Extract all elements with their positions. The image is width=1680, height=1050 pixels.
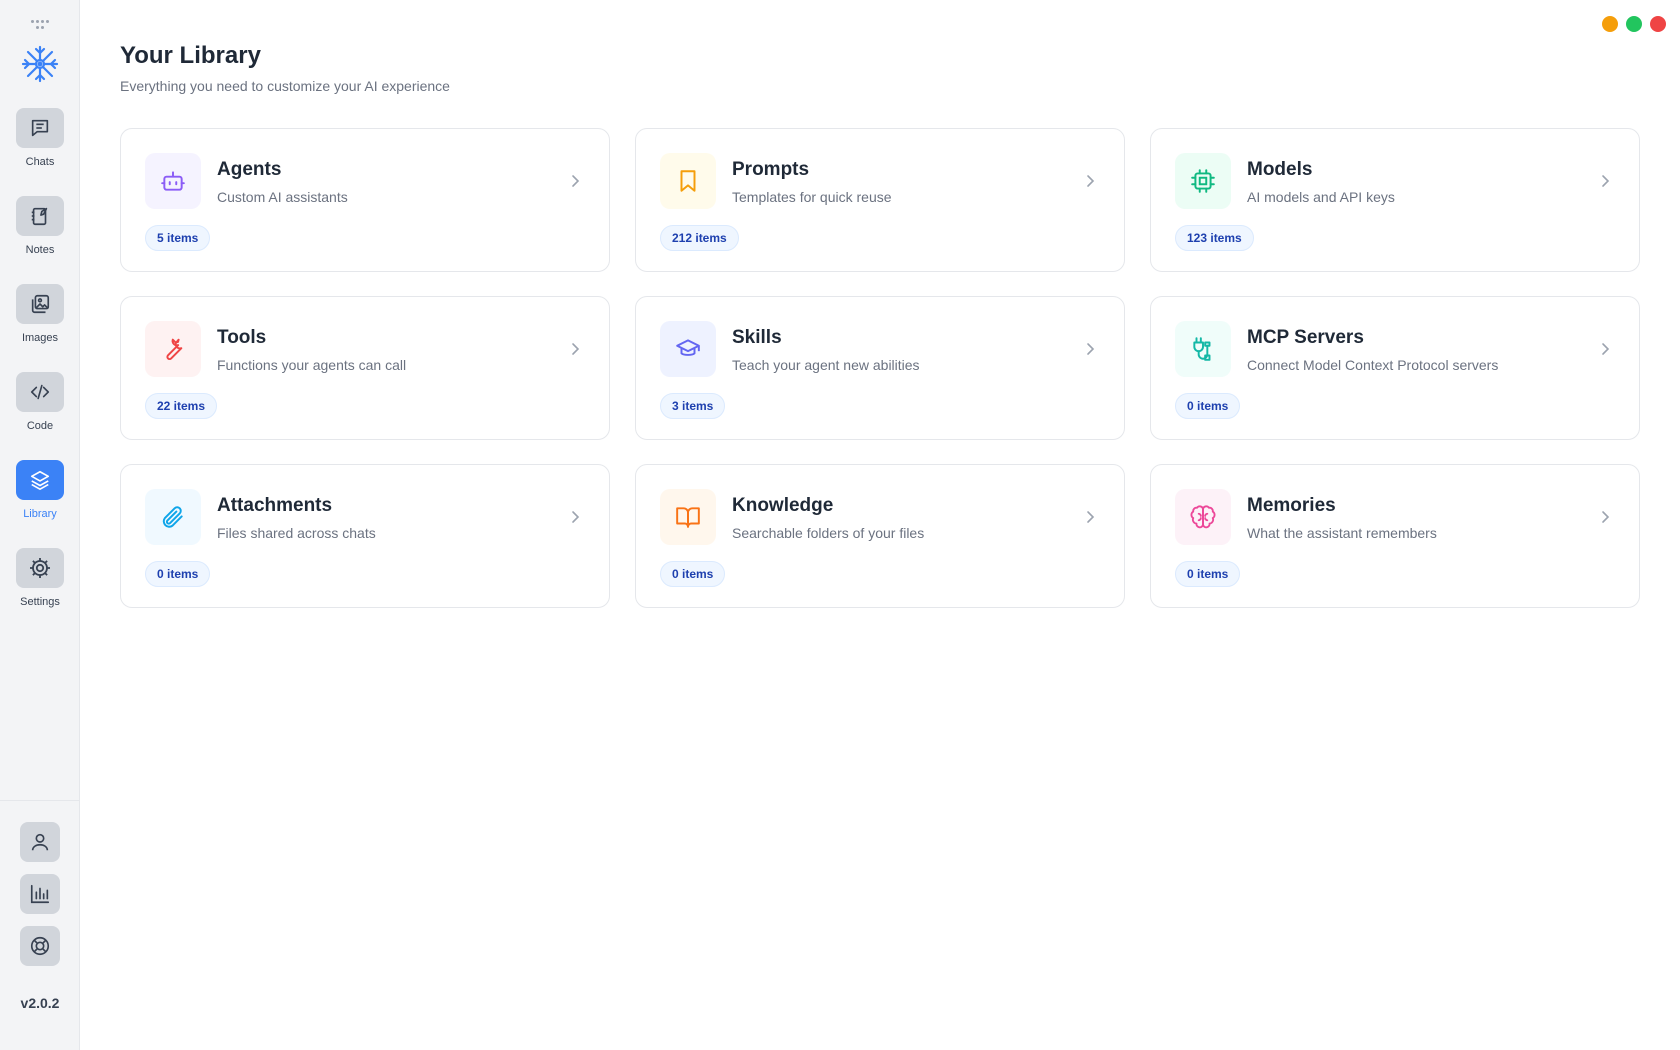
images-icon: [16, 284, 64, 324]
brain-icon: [1175, 489, 1231, 545]
card-description: Files shared across chats: [217, 525, 376, 541]
nav-label-library: Library: [23, 508, 57, 520]
card-title: Knowledge: [732, 495, 834, 516]
graduation-cap-icon: [660, 321, 716, 377]
chevron-right-icon: [1087, 343, 1095, 355]
card-title: Memories: [1247, 495, 1336, 516]
nav-item-notes[interactable]: Notes: [0, 196, 80, 256]
layers-icon: [16, 460, 64, 500]
library-card-knowledge[interactable]: Knowledge Searchable folders of your fil…: [635, 464, 1125, 608]
item-count-badge: 123 items: [1175, 225, 1254, 251]
library-grid: Agents Custom AI assistants 5 items Prom…: [120, 128, 1640, 608]
item-count-badge: 3 items: [660, 393, 726, 419]
chevron-right-icon: [1602, 511, 1610, 523]
card-description: Searchable folders of your files: [732, 525, 925, 541]
nav-label-settings: Settings: [20, 596, 60, 608]
card-title: Agents: [217, 159, 282, 180]
bar-chart-icon[interactable]: [20, 874, 60, 914]
maximize-button[interactable]: [1626, 16, 1642, 32]
nav-item-images[interactable]: Images: [0, 284, 80, 344]
chevron-right-icon: [1087, 175, 1095, 187]
app-logo-icon[interactable]: [20, 44, 60, 84]
card-description: What the assistant remembers: [1247, 525, 1437, 541]
chevron-right-icon: [572, 343, 580, 355]
chevron-right-icon: [1602, 343, 1610, 355]
item-count-badge: 0 items: [1175, 393, 1241, 419]
card-description: Connect Model Context Protocol servers: [1247, 357, 1499, 373]
page-subtitle: Everything you need to customize your AI…: [120, 78, 450, 94]
library-card-memories[interactable]: Memories What the assistant remembers 0 …: [1150, 464, 1640, 608]
lifebuoy-icon[interactable]: [20, 926, 60, 966]
nav-item-settings[interactable]: Settings: [0, 548, 80, 608]
card-title: Prompts: [732, 159, 810, 180]
card-title: Attachments: [217, 495, 333, 516]
item-count-badge: 212 items: [660, 225, 739, 251]
library-card-prompts[interactable]: Prompts Templates for quick reuse 212 it…: [635, 128, 1125, 272]
card-description: Teach your agent new abilities: [732, 357, 920, 373]
card-title: Tools: [217, 327, 267, 348]
app-version: v2.0.2: [20, 995, 60, 1011]
page-title: Your Library: [120, 42, 261, 69]
chevron-right-icon: [1087, 511, 1095, 523]
window-controls: [1602, 16, 1666, 32]
book-open-icon: [660, 489, 716, 545]
wrench-icon: [145, 321, 201, 377]
nav-label-code: Code: [26, 420, 54, 432]
nav-item-library[interactable]: Library: [0, 460, 80, 520]
chat-icon: [16, 108, 64, 148]
nav-label-images: Images: [21, 332, 59, 344]
item-count-badge: 0 items: [660, 561, 726, 587]
plug-icon: [1175, 321, 1231, 377]
item-count-badge: 0 items: [1175, 561, 1241, 587]
card-title: MCP Servers: [1247, 327, 1364, 348]
code-icon: [16, 372, 64, 412]
library-card-models[interactable]: Models AI models and API keys 123 items: [1150, 128, 1640, 272]
nav-label-notes: Notes: [25, 244, 55, 256]
chevron-right-icon: [1602, 175, 1610, 187]
cpu-icon: [1175, 153, 1231, 209]
card-description: Templates for quick reuse: [732, 189, 892, 205]
item-count-badge: 0 items: [145, 561, 211, 587]
item-count-badge: 5 items: [145, 225, 211, 251]
nav-item-chats[interactable]: Chats: [0, 108, 80, 168]
library-card-skills[interactable]: Skills Teach your agent new abilities 3 …: [635, 296, 1125, 440]
item-count-badge: 22 items: [145, 393, 218, 419]
library-card-attachments[interactable]: Attachments Files shared across chats 0 …: [120, 464, 610, 608]
notes-icon: [16, 196, 64, 236]
paperclip-icon: [145, 489, 201, 545]
card-description: Functions your agents can call: [217, 357, 407, 373]
card-title: Models: [1247, 159, 1313, 180]
nav-item-code[interactable]: Code: [0, 372, 80, 432]
library-card-tools[interactable]: Tools Functions your agents can call 22 …: [120, 296, 610, 440]
gear-icon: [16, 548, 64, 588]
card-title: Skills: [732, 327, 782, 348]
sidebar-divider: [0, 800, 80, 801]
library-card-agents[interactable]: Agents Custom AI assistants 5 items: [120, 128, 610, 272]
card-description: Custom AI assistants: [217, 189, 348, 205]
close-button[interactable]: [1650, 16, 1666, 32]
nav-label-chats: Chats: [25, 156, 55, 168]
library-card-mcp-servers[interactable]: MCP Servers Connect Model Context Protoc…: [1150, 296, 1640, 440]
drag-handle-icon[interactable]: [30, 20, 50, 30]
user-icon[interactable]: [20, 822, 60, 862]
card-description: AI models and API keys: [1247, 189, 1395, 205]
chevron-right-icon: [572, 511, 580, 523]
chevron-right-icon: [572, 175, 580, 187]
bot-icon: [145, 153, 201, 209]
minimize-button[interactable]: [1602, 16, 1618, 32]
bookmark-icon: [660, 153, 716, 209]
sidebar: Chats Notes Images Code Library Settings: [0, 0, 80, 1050]
